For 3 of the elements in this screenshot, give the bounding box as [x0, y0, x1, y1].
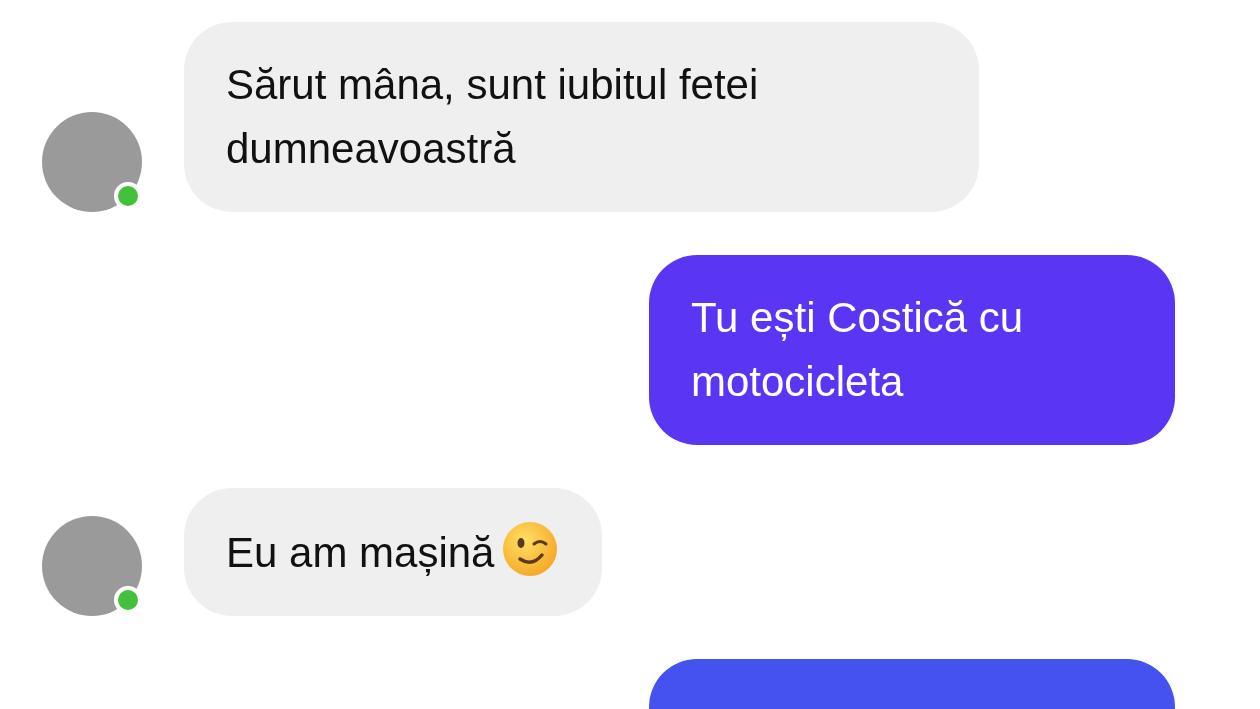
message-text: Sărut mâna, sunt iubitul fetei dumneavoastră: [226, 61, 759, 172]
message-text: Eu am mașină: [226, 529, 495, 576]
sent-message: Tu ești Costică cu motocicleta: [649, 255, 1175, 445]
